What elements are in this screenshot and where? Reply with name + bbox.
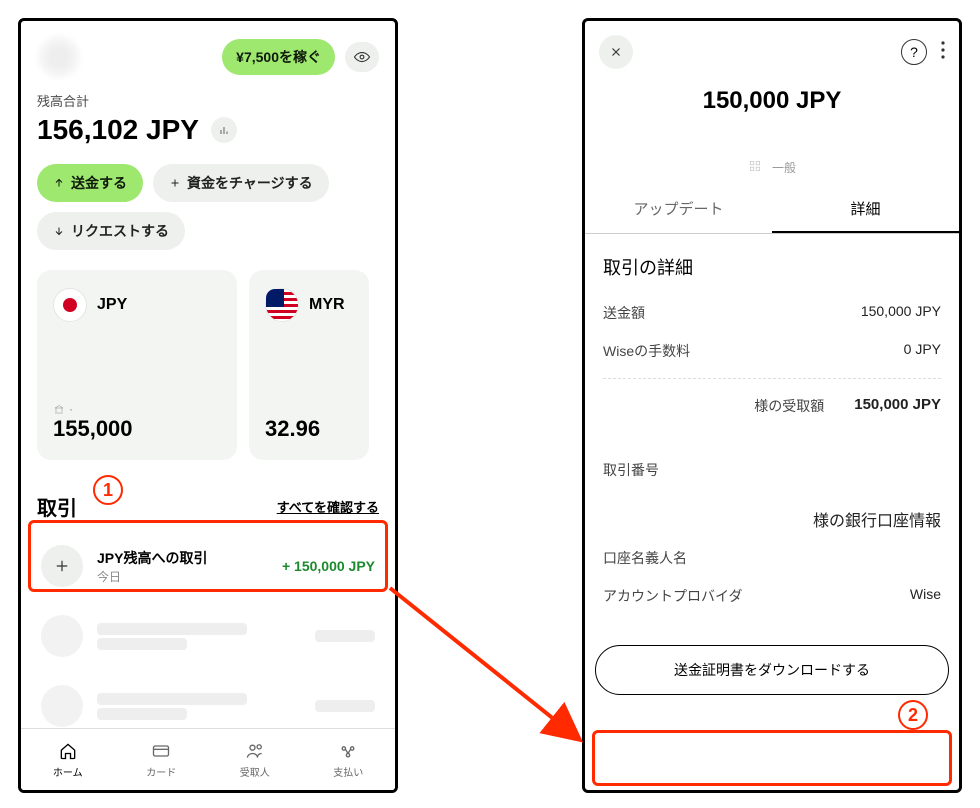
grid-icon [748,159,762,176]
currency-card-jpy[interactable]: JPY · 155,000 [37,270,237,460]
row-value: 150,000 JPY [854,396,941,416]
send-label: 送金する [71,173,127,193]
card-icon [151,741,171,761]
row-value: 150,000 JPY [861,303,941,323]
annotation-marker-1: 1 [93,475,123,505]
row-value: Wise [910,586,941,606]
tab-details[interactable]: 詳細 [772,186,959,233]
category-segment[interactable]: 一般 [585,155,959,180]
home-icon [58,741,78,761]
annotation-marker-2: 2 [898,700,928,730]
earn-button[interactable]: ¥7,500を稼ぐ [222,39,335,75]
see-all-link[interactable]: すべてを確認する [277,497,379,516]
send-button[interactable]: 送金する [37,164,143,202]
add-funds-label: 資金をチャージする [187,173,313,193]
nav-label: カード [146,764,176,779]
arrow-down-icon [53,225,65,237]
row-fee: Wiseの手数料 0 JPY [603,332,941,370]
stats-button[interactable] [211,117,237,143]
nav-payments[interactable]: 支払い [302,729,396,790]
nav-label: 受取人 [240,764,270,779]
bank-info-title: 様の銀行口座情報 [603,489,941,539]
download-receipt-button[interactable]: 送金証明書をダウンロードする [595,645,949,695]
top-bar: ¥7,500を稼ぐ [21,21,395,87]
detail-top-bar: ? [585,21,959,83]
currency-meta: · [53,402,221,416]
section-title: 取引の詳細 [603,254,941,280]
nav-label: ホーム [53,764,83,779]
row-value: 0 JPY [904,341,941,361]
balance-summary: 残高合計 156,102 JPY [21,87,395,158]
flag-jp-icon [53,288,87,322]
annotation-box-2 [592,730,952,786]
balance-label: 残高合計 [37,91,379,110]
request-label: リクエストする [71,221,169,241]
segment-label: 一般 [772,159,796,176]
payments-icon [338,741,358,761]
request-button[interactable]: リクエストする [37,212,185,250]
kebab-icon [941,41,945,59]
people-icon [245,741,265,761]
currency-code: JPY [97,296,127,314]
balance-amount: 156,102 JPY [37,114,199,146]
annotation-box-1 [28,520,388,592]
nav-recipients[interactable]: 受取人 [208,729,302,790]
detail-tabs: アップデート 詳細 [585,186,959,234]
currency-amount: 32.96 [265,416,353,442]
row-label: Wiseの手数料 [603,341,690,361]
chart-icon [218,124,230,136]
row-sent: 送金額 150,000 JPY [603,294,941,332]
nav-home[interactable]: ホーム [21,729,115,790]
currency-cards[interactable]: JPY · 155,000 MYR 32.96 [21,256,395,474]
transaction-row[interactable] [31,603,385,669]
tab-updates[interactable]: アップデート [585,186,772,233]
row-label: アカウントプロバイダ [603,586,742,606]
bottom-nav: ホーム カード 受取人 支払い [21,728,395,790]
row-received: 様の受取額 150,000 JPY [603,387,941,425]
row-label: 送金額 [603,303,645,323]
close-button[interactable] [599,35,633,69]
avatar[interactable] [37,35,81,79]
currency-card-myr[interactable]: MYR 32.96 [249,270,369,460]
bank-icon [53,403,65,415]
annotation-arrow [385,580,595,760]
row-provider: アカウントプロバイダ Wise [603,577,941,615]
more-button[interactable] [941,41,945,64]
help-button[interactable]: ? [901,39,927,65]
visibility-toggle[interactable] [345,42,379,72]
currency-amount: 155,000 [53,416,221,442]
plus-icon [169,177,181,189]
add-funds-button[interactable]: 資金をチャージする [153,164,329,202]
row-account-holder: 口座名義人名 [603,539,941,577]
close-icon [609,45,623,59]
eye-icon [353,48,371,66]
detail-amount: 150,000 JPY [585,83,959,121]
row-label: 取引番号 [603,460,659,480]
nav-card[interactable]: カード [115,729,209,790]
transaction-detail-screen: ? 150,000 JPY 一般 アップデート 詳細 取引の詳細 送金額 150… [582,18,962,793]
row-label: 様の受取額 [603,396,824,416]
row-label: 口座名義人名 [603,548,687,568]
currency-code: MYR [309,296,345,314]
quick-actions: 送金する 資金をチャージする リクエストする [21,158,395,256]
home-screen: ¥7,500を稼ぐ 残高合計 156,102 JPY 送金する 資金をチャージす… [18,18,398,793]
detail-body: 取引の詳細 送金額 150,000 JPY Wiseの手数料 0 JPY 様の受… [585,234,959,635]
flag-my-icon [265,288,299,322]
transactions-title: 取引 [37,492,77,521]
arrow-up-icon [53,177,65,189]
row-txno: 取引番号 [603,451,941,489]
nav-label: 支払い [333,764,363,779]
